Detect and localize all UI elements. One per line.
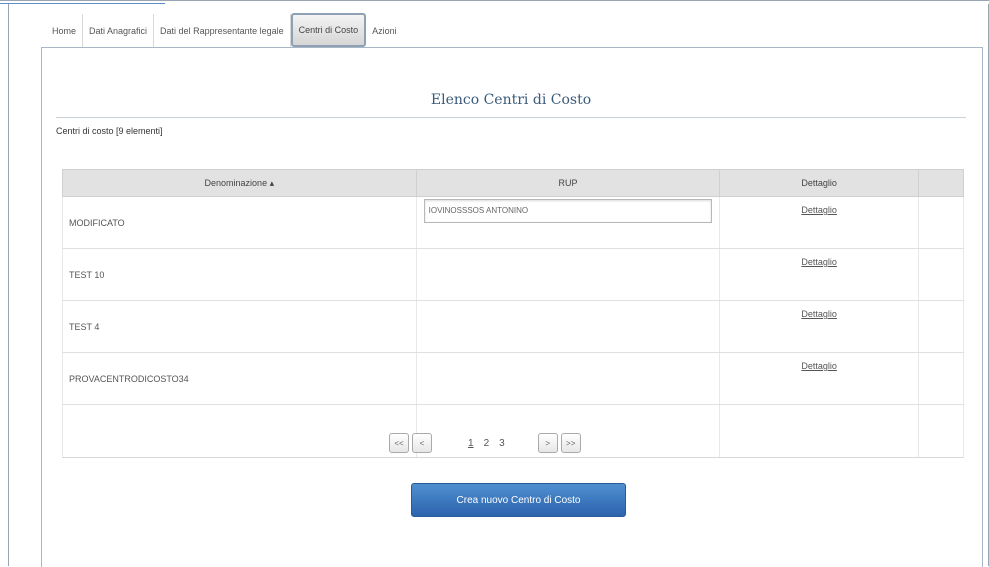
page-title-text: Elenco Centri di Costo xyxy=(430,92,592,108)
cost-centers-table: Denominazione ▴ RUP Dettaglio MODIFICATO… xyxy=(62,169,964,458)
window-left-border xyxy=(8,4,9,566)
cell-empty xyxy=(918,404,964,458)
column-header-denominazione[interactable]: Denominazione ▴ xyxy=(62,169,417,197)
last-page-button[interactable]: >> xyxy=(560,433,581,453)
table-row: TEST 10 Dettaglio xyxy=(62,248,964,301)
cell-dettaglio: Dettaglio xyxy=(719,248,920,301)
dettaglio-link[interactable]: Dettaglio xyxy=(801,309,837,319)
create-cost-center-button[interactable]: Crea nuovo Centro di Costo xyxy=(411,483,626,517)
page-link-3[interactable]: 3 xyxy=(499,438,505,449)
create-button-label: Crea nuovo Centro di Costo xyxy=(456,494,581,506)
cell-empty xyxy=(62,404,417,458)
tab-bar: Home Dati Anagrafici Dati del Rappresent… xyxy=(46,13,403,47)
dettaglio-link[interactable]: Dettaglio xyxy=(801,205,837,215)
tab-label: Home xyxy=(52,25,77,36)
cell-spacer xyxy=(918,248,964,301)
cell-dettaglio: Dettaglio xyxy=(719,196,920,249)
tab-azioni[interactable]: Azioni xyxy=(366,14,403,47)
window-corner-mark xyxy=(0,0,165,4)
table-header-row: Denominazione ▴ RUP Dettaglio xyxy=(62,169,964,197)
tab-label: Dati del Rappresentante legale xyxy=(160,25,284,36)
table-row: PROVACENTRODICOSTO34 Dettaglio xyxy=(62,352,964,405)
cell-denominazione: TEST 10 xyxy=(62,248,417,301)
dettaglio-link[interactable]: Dettaglio xyxy=(801,257,837,267)
page-link-1[interactable]: 1 xyxy=(468,438,474,449)
tab-home[interactable]: Home xyxy=(46,14,84,47)
items-count-label: Centri di costo [9 elementi] xyxy=(56,126,163,136)
main-panel: Elenco Centri di Costo Centri di costo [… xyxy=(41,47,983,567)
cell-denominazione: MODIFICATO xyxy=(62,196,417,249)
cell-spacer xyxy=(918,196,964,249)
next-page-button[interactable]: > xyxy=(537,433,558,453)
cell-rup: IOVINOSSSOS ANTONINO xyxy=(415,196,721,249)
tab-label: Centri di Costo xyxy=(298,25,359,35)
tab-dati-anagrafici[interactable]: Dati Anagrafici xyxy=(83,14,155,47)
tab-rappresentante-legale[interactable]: Dati del Rappresentante legale xyxy=(154,14,291,47)
cell-denominazione: PROVACENTRODICOSTO34 xyxy=(62,352,417,405)
cell-rup xyxy=(415,248,721,301)
cell-rup xyxy=(415,352,721,405)
cell-spacer xyxy=(918,300,964,353)
prev-page-button[interactable]: < xyxy=(412,433,432,453)
cell-dettaglio: Dettaglio xyxy=(719,300,920,353)
column-header-dettaglio: Dettaglio xyxy=(719,169,920,197)
first-page-button[interactable]: << xyxy=(389,433,409,453)
cell-rup xyxy=(415,300,721,353)
tab-centri-di-costo[interactable]: Centri di Costo xyxy=(290,13,367,47)
cell-dettaglio: Dettaglio xyxy=(719,352,920,405)
table-row: MODIFICATO IOVINOSSSOS ANTONINO Dettagli… xyxy=(62,196,964,249)
cell-denominazione: TEST 4 xyxy=(62,300,417,353)
pagination: << < 1 2 3 > >> xyxy=(389,432,584,454)
column-header-rup: RUP xyxy=(415,169,721,197)
cell-spacer xyxy=(918,352,964,405)
rup-field: IOVINOSSSOS ANTONINO xyxy=(423,198,713,223)
table-row: TEST 4 Dettaglio xyxy=(62,300,964,353)
cell-empty xyxy=(719,404,920,458)
column-header-spacer xyxy=(918,169,964,197)
page-link-2[interactable]: 2 xyxy=(484,438,490,449)
dettaglio-link[interactable]: Dettaglio xyxy=(801,361,837,371)
tab-label: Azioni xyxy=(372,25,397,36)
page-title: Elenco Centri di Costo xyxy=(56,86,966,118)
tab-label: Dati Anagrafici xyxy=(89,25,148,36)
